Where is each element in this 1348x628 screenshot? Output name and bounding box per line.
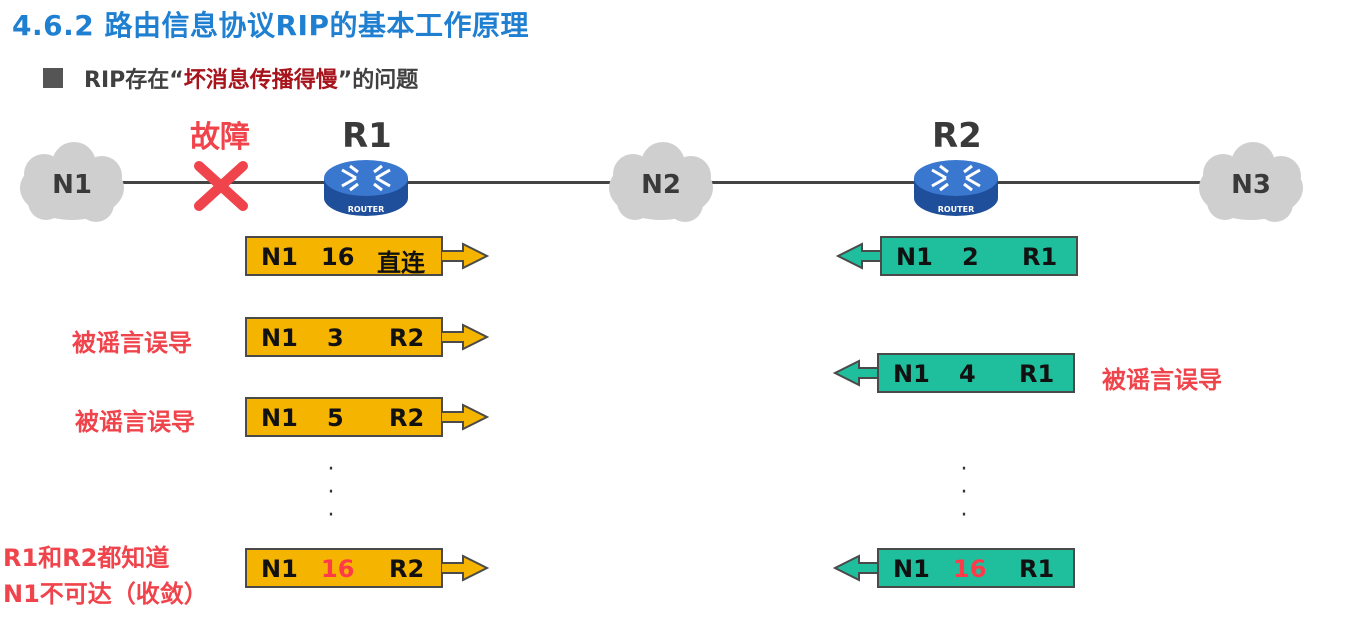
route-next-hop: R2 <box>389 555 425 583</box>
route-dest: N1 <box>896 243 933 271</box>
router-r1: ROUTER <box>320 156 412 220</box>
page-title: 4.6.2 路由信息协议RIP的基本工作原理 <box>12 9 529 42</box>
r2-route-entry-1: N1 2 R1 <box>880 236 1078 276</box>
subtitle-highlight: 坏消息传播得慢 <box>183 68 338 93</box>
route-next-hop: R2 <box>389 404 425 432</box>
router-r1-label: R1 <box>342 116 392 156</box>
router-r2-label: R2 <box>932 116 982 156</box>
arrow-left-icon <box>831 358 882 388</box>
network-n1-cloud: N1 <box>16 140 128 230</box>
network-n3-cloud: N3 <box>1195 140 1307 230</box>
r2-route-entry-3: N1 16 R1 <box>877 548 1075 588</box>
subtitle-prefix: RIP存在“ <box>84 68 184 93</box>
misled-annotation: 被谣言误导 <box>1102 366 1222 394</box>
arrow-right-icon <box>440 322 491 352</box>
route-distance: 5 <box>327 404 344 432</box>
arrow-right-icon <box>440 402 491 432</box>
fault-label: 故障 <box>190 120 250 155</box>
route-next-hop: R1 <box>1022 243 1058 271</box>
network-label: N2 <box>641 170 681 200</box>
route-dest: N1 <box>893 555 930 583</box>
router-r2: ROUTER <box>910 156 1002 220</box>
route-distance: 16 <box>321 555 355 583</box>
route-next-hop: R2 <box>389 324 425 352</box>
route-distance: 3 <box>327 324 344 352</box>
route-distance: 2 <box>962 243 979 271</box>
ellipsis-dots: · · · <box>327 457 335 528</box>
network-n2-cloud: N2 <box>605 140 717 230</box>
route-dest: N1 <box>261 555 298 583</box>
route-dest: N1 <box>893 360 930 388</box>
router-badge: ROUTER <box>937 205 975 214</box>
arrow-right-icon <box>440 553 491 583</box>
route-distance: 16 <box>953 555 987 583</box>
convergence-note-line2: N1不可达（收敛） <box>3 580 208 608</box>
subtitle-bullet <box>43 68 63 88</box>
r1-route-entry-4: N1 16 R2 <box>245 548 443 588</box>
route-next-hop: 直连 <box>377 249 425 277</box>
ellipsis-dots: · · · <box>960 457 968 528</box>
convergence-note-line1: R1和R2都知道 <box>3 544 170 572</box>
r1-route-entry-2: N1 3 R2 <box>245 317 443 357</box>
route-next-hop: R1 <box>1019 360 1055 388</box>
route-dest: N1 <box>261 324 298 352</box>
subtitle-suffix: ”的问题 <box>337 68 419 93</box>
arrow-left-icon <box>831 553 882 583</box>
r1-route-entry-1: N1 16 直连 <box>245 236 443 277</box>
route-dest: N1 <box>261 404 298 432</box>
route-next-hop: R1 <box>1019 555 1055 583</box>
r2-route-entry-2: N1 4 R1 <box>877 353 1075 393</box>
route-dest: N1 <box>261 243 298 271</box>
misled-annotation: 被谣言误导 <box>75 408 195 436</box>
fault-x-icon <box>193 160 249 212</box>
r1-route-entry-3: N1 5 R2 <box>245 397 443 437</box>
arrow-right-icon <box>440 241 491 271</box>
route-distance: 16 <box>321 243 355 271</box>
arrow-left-icon <box>834 241 885 271</box>
misled-annotation: 被谣言误导 <box>72 329 192 357</box>
router-badge: ROUTER <box>347 205 385 214</box>
network-label: N3 <box>1231 170 1271 200</box>
route-distance: 4 <box>959 360 976 388</box>
network-label: N1 <box>52 170 92 200</box>
subtitle: RIP存在“坏消息传播得慢”的问题 <box>84 62 418 94</box>
